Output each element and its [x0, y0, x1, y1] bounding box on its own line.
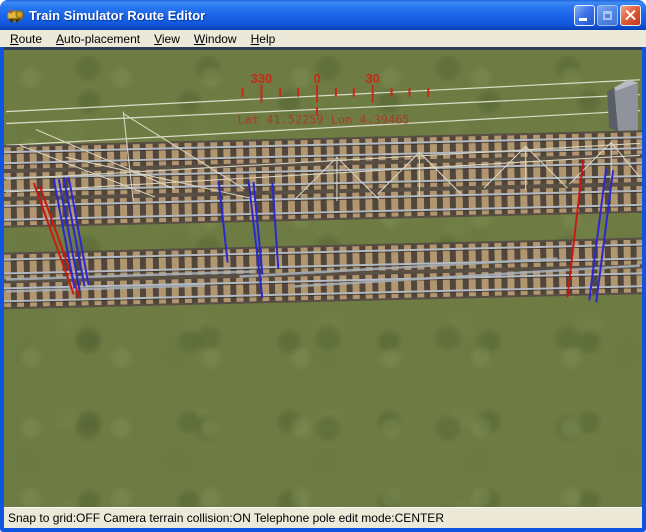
compass-label-30: 30 [365, 71, 379, 86]
close-icon [621, 6, 640, 25]
menu-item-window[interactable]: Window [187, 31, 244, 47]
steam-locomotive-icon [6, 6, 24, 24]
menu-bar: Route Auto-placement View Window Help [0, 30, 646, 47]
status-bar: Snap to grid:OFF Camera terrain collisio… [4, 507, 642, 528]
compass-label-330: 330 [251, 71, 273, 86]
menu-item-help[interactable]: Help [244, 31, 283, 47]
building-fragment [607, 80, 638, 136]
compass-label-0: 0 [313, 71, 320, 86]
menu-item-route[interactable]: Route [3, 31, 49, 47]
position-readout: Lat 41.52259 Lon 4.39465 [238, 113, 410, 127]
viewport-3d[interactable]: 330 0 30 Lat 41.52259 Lon 4.39465 [4, 50, 642, 507]
minimize-button[interactable] [574, 5, 595, 26]
menu-item-view[interactable]: View [147, 31, 187, 47]
app-window: Train Simulator Route Editor Route Auto-… [0, 0, 646, 532]
maximize-button[interactable] [597, 5, 618, 26]
maximize-icon [603, 11, 612, 20]
client-area: 330 0 30 Lat 41.52259 Lon 4.39465 [4, 47, 642, 507]
status-text: Snap to grid:OFF Camera terrain collisio… [8, 511, 444, 525]
window-title: Train Simulator Route Editor [29, 8, 574, 23]
window-controls [574, 5, 641, 26]
minimize-icon [579, 18, 587, 21]
close-button[interactable] [620, 5, 641, 26]
scene-overlay: 330 0 30 Lat 41.52259 Lon 4.39465 [4, 50, 642, 507]
title-bar[interactable]: Train Simulator Route Editor [0, 0, 646, 30]
menu-item-auto-placement[interactable]: Auto-placement [49, 31, 147, 47]
